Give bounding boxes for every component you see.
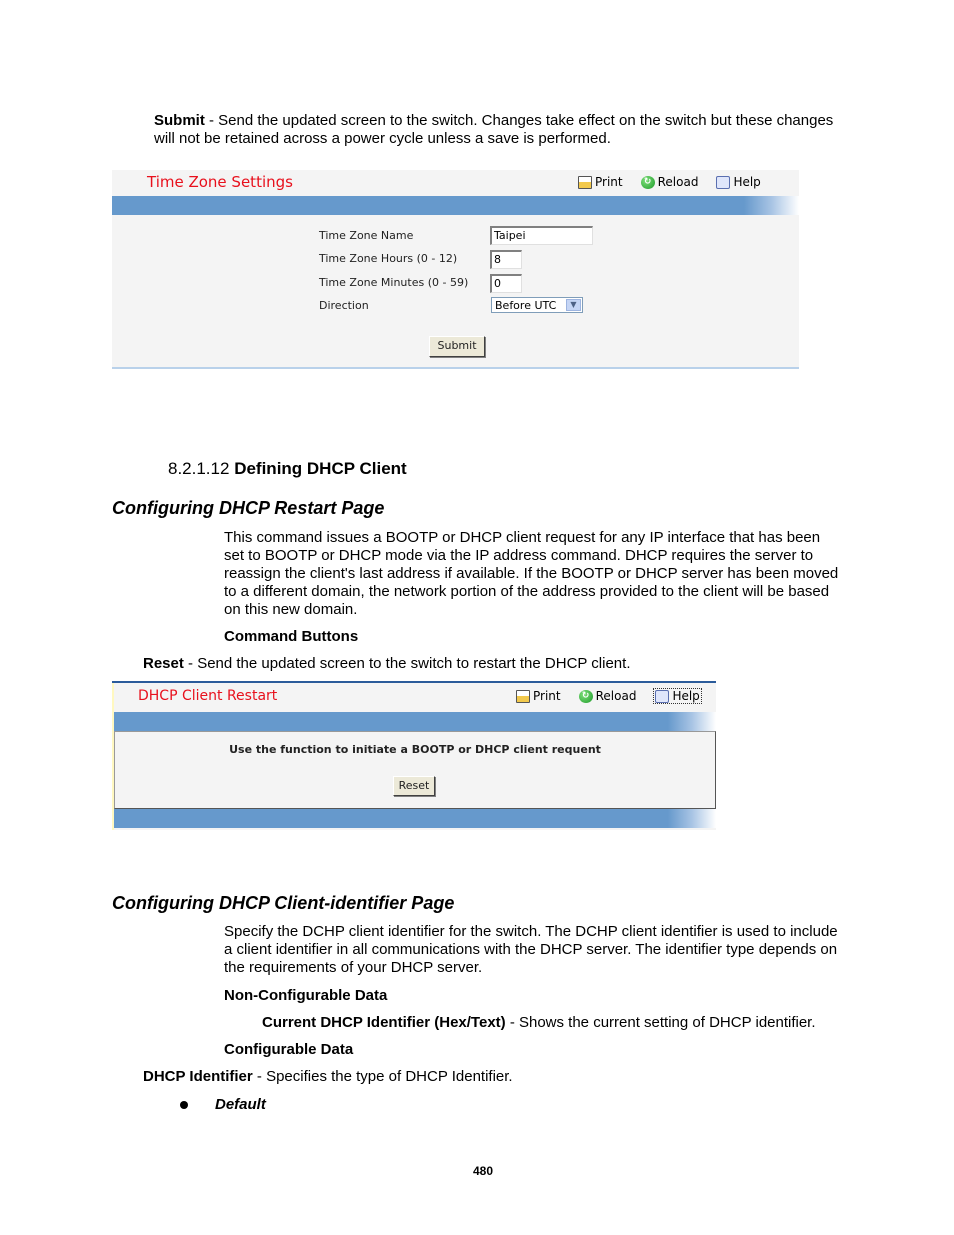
- configurable-label: Configurable Data: [224, 1041, 354, 1058]
- current-identifier-description: Current DHCP Identifier (Hex/Text) - Sho…: [262, 1014, 816, 1031]
- printer-icon: [578, 175, 592, 189]
- time-zone-minutes-label: Time Zone Minutes (0 - 59): [319, 276, 469, 289]
- time-zone-name-label: Time Zone Name: [319, 229, 414, 242]
- footer-bar: [114, 809, 716, 828]
- reload-icon: ↻: [640, 175, 655, 189]
- client-identifier-heading: Configuring DHCP Client-identifier Page: [112, 893, 455, 913]
- book-icon: [655, 689, 670, 703]
- header-bar: [112, 196, 799, 215]
- restart-description: This command issues a BOOTP or DHCP clie…: [224, 529, 839, 618]
- printer-icon: [516, 689, 530, 703]
- command-buttons-label: Command Buttons: [224, 628, 359, 645]
- help-button[interactable]: Help: [653, 688, 702, 704]
- panel-title: Time Zone Settings: [147, 173, 293, 191]
- time-zone-settings-panel: Time Zone Settings Print ↻ Reload Help T…: [112, 170, 799, 369]
- content-frame: Use the function to initiate a BOOTP or …: [114, 731, 716, 809]
- print-button[interactable]: Print: [516, 689, 561, 703]
- non-configurable-label: Non-Configurable Data: [224, 987, 388, 1004]
- book-icon: [716, 175, 731, 189]
- time-zone-hours-label: Time Zone Hours (0 - 12): [319, 252, 458, 265]
- reload-button[interactable]: ↻ Reload: [640, 175, 698, 189]
- dhcp-client-restart-panel: DHCP Client Restart Print ↻ Reload Help …: [112, 681, 716, 830]
- page-number: 480: [472, 1164, 494, 1178]
- dhcp-identifier-description: DHCP Identifier - Specifies the type of …: [143, 1068, 513, 1085]
- bullet-icon: [180, 1101, 188, 1110]
- submit-description: Submit - Send the updated screen to the …: [154, 112, 834, 147]
- submit-term: Submit: [154, 112, 205, 129]
- time-zone-name-input[interactable]: Taipei: [490, 226, 593, 245]
- section-heading: 8.2.1.12 Defining DHCP Client: [168, 459, 407, 478]
- help-button[interactable]: Help: [716, 175, 761, 189]
- submit-button[interactable]: Submit: [429, 336, 485, 357]
- direction-label: Direction: [319, 299, 369, 312]
- time-zone-hours-input[interactable]: 8: [490, 250, 522, 269]
- reset-button[interactable]: Reset: [393, 776, 435, 796]
- header-bar: [114, 712, 716, 731]
- print-button[interactable]: Print: [578, 175, 623, 189]
- panel-title: DHCP Client Restart: [138, 688, 278, 704]
- bullet-list: Default: [180, 1096, 266, 1114]
- chevron-down-icon[interactable]: ▼: [566, 299, 581, 311]
- direction-select[interactable]: Before UTC ▼: [491, 297, 583, 313]
- panel-toolbar: Print ↻ Reload Help: [516, 688, 702, 704]
- time-zone-minutes-input[interactable]: 0: [490, 274, 522, 293]
- client-identifier-description: Specify the DCHP client identifier for t…: [224, 923, 838, 976]
- reset-description: Reset - Send the updated screen to the s…: [143, 655, 631, 672]
- reload-icon: ↻: [578, 689, 593, 703]
- panel-toolbar: Print ↻ Reload Help: [578, 175, 761, 189]
- restart-message: Use the function to initiate a BOOTP or …: [229, 743, 601, 756]
- reload-button[interactable]: ↻ Reload: [578, 689, 636, 703]
- restart-page-heading: Configuring DHCP Restart Page: [112, 498, 385, 518]
